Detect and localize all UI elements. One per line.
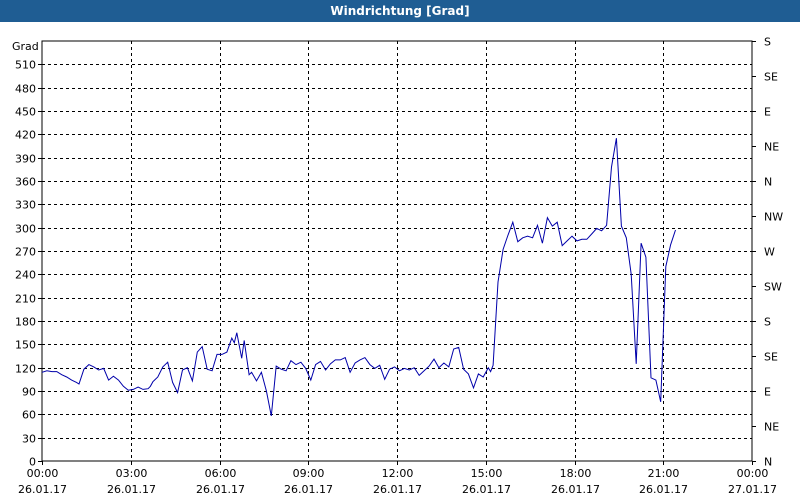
y-tick-label: 180 [15, 316, 36, 329]
x-tick-date: 26.01.17 [196, 483, 245, 496]
series-layer [41, 138, 676, 416]
right-tick-label: SE [764, 351, 778, 364]
x-tick-time: 00:00 [27, 467, 59, 480]
x-tick-date: 26.01.17 [373, 483, 422, 496]
chart-title: Windrichtung [Grad] [0, 0, 800, 22]
y-tick-label: 480 [15, 83, 36, 96]
series-line [41, 138, 676, 416]
y-tick-label: 30 [22, 433, 36, 446]
x-tick-date: 26.01.17 [462, 483, 511, 496]
grid [41, 40, 753, 462]
x-tick-date: 26.01.17 [107, 483, 156, 496]
y-tick-label: 330 [15, 199, 36, 212]
chart-window: Windrichtung [Grad] 0 30 60 90 120 150 180 210 2… [0, 0, 800, 500]
x-tick-time: 21:00 [648, 467, 680, 480]
y-tick-label: 270 [15, 246, 36, 259]
x-axis: 00:00 26.01.17 03:00 26.01.17 06:00 26.01.17 0… [18, 461, 777, 496]
x-tick-date: 26.01.17 [284, 483, 333, 496]
x-tick-date: 27.01.17 [728, 483, 777, 496]
y-tick-label: 120 [15, 363, 36, 376]
right-tick-label: NE [764, 141, 779, 154]
y-tick-label: 60 [22, 409, 36, 422]
y-tick-label: 300 [15, 223, 36, 236]
x-tick-time: 18:00 [560, 467, 592, 480]
x-tick-date: 26.01.17 [18, 483, 67, 496]
y-axis-label: Grad [12, 40, 39, 53]
y-tick-label: 210 [15, 293, 36, 306]
x-tick-time: 06:00 [205, 467, 237, 480]
x-tick-time: 03:00 [116, 467, 148, 480]
y-tick-label: 390 [15, 153, 36, 166]
right-tick-label: N [764, 176, 772, 189]
x-tick-date: 26.01.17 [639, 483, 688, 496]
x-tick-time: 12:00 [382, 467, 414, 480]
y-tick-label: 420 [15, 129, 36, 142]
right-tick-label: W [764, 246, 775, 259]
y-tick-label: 90 [22, 386, 36, 399]
y-tick-label: 450 [15, 106, 36, 119]
y-tick-label: 360 [15, 176, 36, 189]
right-tick-label: S [764, 36, 771, 49]
right-tick-label: SE [764, 71, 778, 84]
right-tick-label: E [764, 386, 771, 399]
plot-area: 0306090120150180210240270300330360390420… [12, 36, 783, 497]
x-tick-time: 09:00 [293, 467, 325, 480]
x-tick-time: 00:00 [737, 467, 769, 480]
y-tick-label: 240 [15, 269, 36, 282]
right-tick-label: S [764, 316, 771, 329]
left-y-axis: 0306090120150180210240270300330360390420… [12, 40, 42, 469]
right-tick-label: NW [764, 211, 783, 224]
x-tick-date: 26.01.17 [551, 483, 600, 496]
y-tick-label: 150 [15, 339, 36, 352]
x-tick-time: 15:00 [471, 467, 503, 480]
y-tick-label: 510 [15, 59, 36, 72]
right-tick-label: NE [764, 421, 779, 434]
right-direction-axis: NNEESESSWWNWNNEESES [752, 36, 783, 469]
right-tick-label: SW [764, 281, 782, 294]
right-tick-label: E [764, 106, 771, 119]
